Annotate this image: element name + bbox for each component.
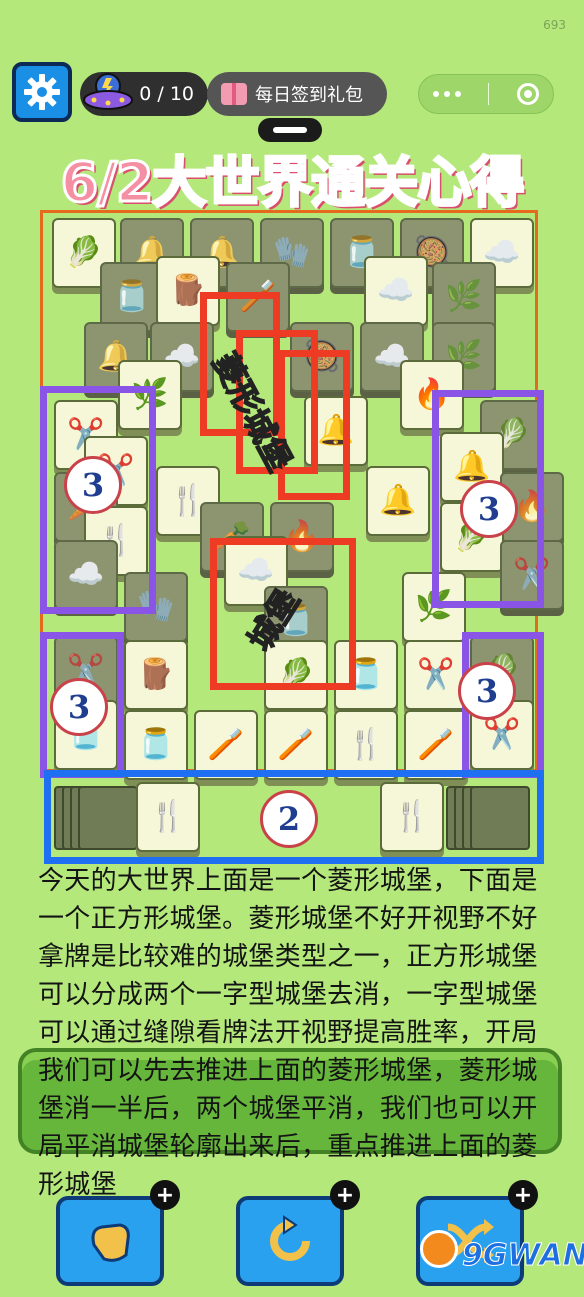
gear-icon [24, 74, 60, 110]
more-dots-icon[interactable] [432, 91, 461, 97]
undo-tool-button[interactable] [236, 1196, 344, 1286]
deck-castle-box [44, 770, 544, 864]
daily-gift-button[interactable]: 每日签到礼包 [207, 72, 387, 116]
watermark-text: 9GWAN [462, 1238, 584, 1274]
stack-count-badge: 3 [50, 678, 108, 736]
target-icon[interactable] [517, 83, 540, 105]
corner-number: 693 [543, 18, 566, 32]
stack-count-badge: 3 [64, 456, 122, 514]
ufo-icon [83, 73, 133, 110]
stack-count-badge: 3 [458, 662, 516, 720]
daily-gift-label: 每日签到礼包 [255, 85, 363, 106]
undo-icon [270, 1215, 310, 1261]
gift-icon [221, 83, 247, 105]
stack-count-badge: 3 [460, 480, 518, 538]
hand-icon [91, 1223, 130, 1262]
tile-cotton[interactable]: ☁️ [364, 256, 428, 326]
energy-counter-text: 0 / 10 [139, 83, 194, 105]
add-shuffle-tool-icon[interactable]: + [508, 1180, 538, 1210]
settings-button[interactable] [12, 62, 72, 122]
miniapp-capsule [418, 74, 554, 114]
strategy-text: 今天的大世界上面是一个菱形城堡，下面是一个正方形城堡。菱形城堡不好开视野不好拿牌… [38, 866, 538, 1200]
tile-bell[interactable]: 🔔 [366, 466, 430, 536]
watermark-logo-icon [420, 1230, 458, 1268]
tile-stump[interactable]: 🪵 [124, 640, 188, 710]
diamond-castle-box [278, 350, 350, 500]
game-board: 🔔 🔔 🧤 🫙 🥘 🥬 ☁️ 🫙 🪵 🪥 ☁️ 🌿 🔔 ☁️ 🥘 ☁️ 🌿 🌿 … [40, 210, 564, 780]
add-remove-tool-icon[interactable]: + [150, 1180, 180, 1210]
remove-tool-button[interactable] [56, 1196, 164, 1286]
add-undo-tool-icon[interactable]: + [330, 1180, 360, 1210]
capsule-divider [488, 83, 490, 105]
page-title: 6/2大世界通关心得 [59, 150, 526, 216]
